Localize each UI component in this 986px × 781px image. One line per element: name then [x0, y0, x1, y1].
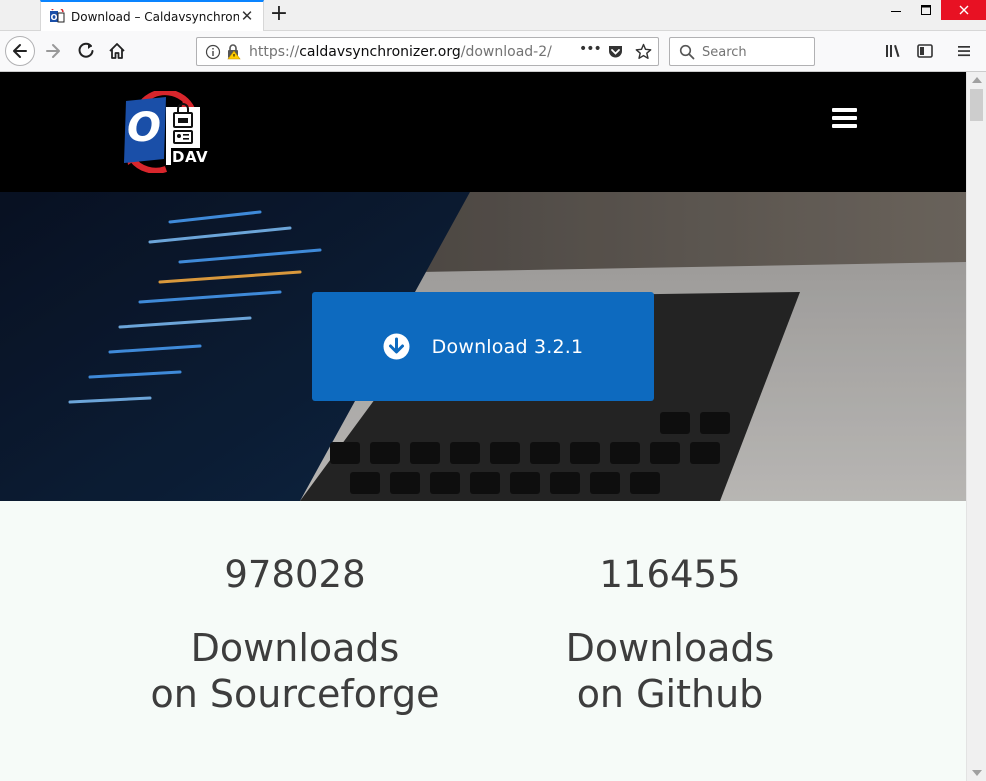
hero-banner: Download 3.2.1: [0, 192, 966, 501]
reload-icon: [78, 42, 94, 58]
site-favicon-icon: O: [49, 5, 65, 25]
browser-tab[interactable]: O Download – Caldavsynchronizer ✕: [40, 0, 264, 31]
sourceforge-label: Downloads on Sourceforge: [95, 625, 495, 717]
info-icon[interactable]: [205, 44, 221, 60]
pocket-icon[interactable]: [607, 43, 624, 60]
sidebar-icon: [917, 44, 933, 58]
url-domain: caldavsynchronizer.org: [299, 44, 461, 60]
forward-arrow-icon: [46, 44, 60, 58]
back-button[interactable]: [5, 36, 35, 66]
hamburger-menu-icon: [958, 46, 970, 57]
window-controls: [881, 0, 986, 20]
svg-text:O: O: [127, 105, 161, 151]
sourceforge-label-line2: on Sourceforge: [150, 672, 440, 716]
close-window-button[interactable]: [941, 0, 986, 20]
github-label-line1: Downloads: [565, 626, 775, 670]
download-stats: 978028 Downloads on Sourceforge 116455 D…: [0, 501, 966, 781]
site-header: O DAV: [0, 72, 966, 192]
tab-strip: O Download – Caldavsynchronizer ✕ +: [0, 0, 986, 31]
menu-bar-1: [832, 108, 857, 112]
download-arrow-icon: [383, 333, 410, 360]
library-icon: [886, 45, 900, 57]
scroll-up-arrow-icon[interactable]: [972, 77, 982, 83]
sourceforge-count: 978028: [224, 553, 366, 596]
close-tab-icon[interactable]: ✕: [239, 8, 255, 24]
sourceforge-stat: 978028 Downloads on Sourceforge: [95, 553, 495, 717]
home-icon: [109, 43, 125, 59]
url-prefix: https://: [249, 44, 300, 60]
maximize-button[interactable]: [911, 0, 941, 20]
back-arrow-icon: [13, 44, 27, 58]
menu-bar-2: [832, 116, 857, 120]
site-menu-toggle[interactable]: [832, 108, 857, 128]
menu-bar-3: [832, 124, 857, 128]
sourceforge-label-line1: Downloads: [190, 626, 400, 670]
minimize-button[interactable]: [881, 0, 911, 20]
site-logo[interactable]: O DAV: [122, 89, 210, 174]
github-stat: 116455 Downloads on Github: [470, 553, 870, 717]
new-tab-button[interactable]: +: [266, 2, 292, 28]
search-icon: [679, 44, 695, 60]
forward-button[interactable]: [42, 40, 64, 62]
download-button[interactable]: Download 3.2.1: [312, 292, 654, 401]
url-bar[interactable]: https://caldavsynchronizer.org/download-…: [196, 37, 659, 66]
tab-title: Download – Caldavsynchronizer: [71, 9, 239, 24]
github-label: Downloads on Github: [470, 625, 870, 717]
page-actions-button[interactable]: •••: [579, 41, 602, 57]
scroll-down-arrow-icon[interactable]: [972, 770, 982, 776]
page-scrollbar[interactable]: [966, 72, 986, 781]
search-placeholder: Search: [702, 45, 747, 60]
github-count: 116455: [599, 553, 741, 596]
bookmark-star-icon[interactable]: [635, 43, 652, 60]
github-label-line2: on Github: [576, 672, 764, 716]
logo-text: DAV: [171, 148, 210, 166]
home-button[interactable]: [106, 40, 128, 62]
url-path: /download-2/: [460, 44, 552, 60]
scroll-thumb[interactable]: [970, 89, 983, 121]
svg-text:O: O: [51, 13, 58, 22]
navigation-toolbar: https://caldavsynchronizer.org/download-…: [0, 31, 986, 72]
search-bar[interactable]: Search: [669, 37, 815, 66]
insecure-lock-icon[interactable]: [225, 43, 242, 60]
page-viewport: O DAV Download 3.2.1 978028 Downloads on…: [0, 72, 966, 781]
library-button[interactable]: [882, 40, 904, 62]
app-menu-button[interactable]: [953, 40, 975, 62]
sidebar-button[interactable]: [914, 40, 936, 62]
reload-button[interactable]: [75, 40, 97, 62]
download-button-label: Download 3.2.1: [431, 335, 584, 358]
url-text[interactable]: https://caldavsynchronizer.org/download-…: [249, 44, 552, 60]
